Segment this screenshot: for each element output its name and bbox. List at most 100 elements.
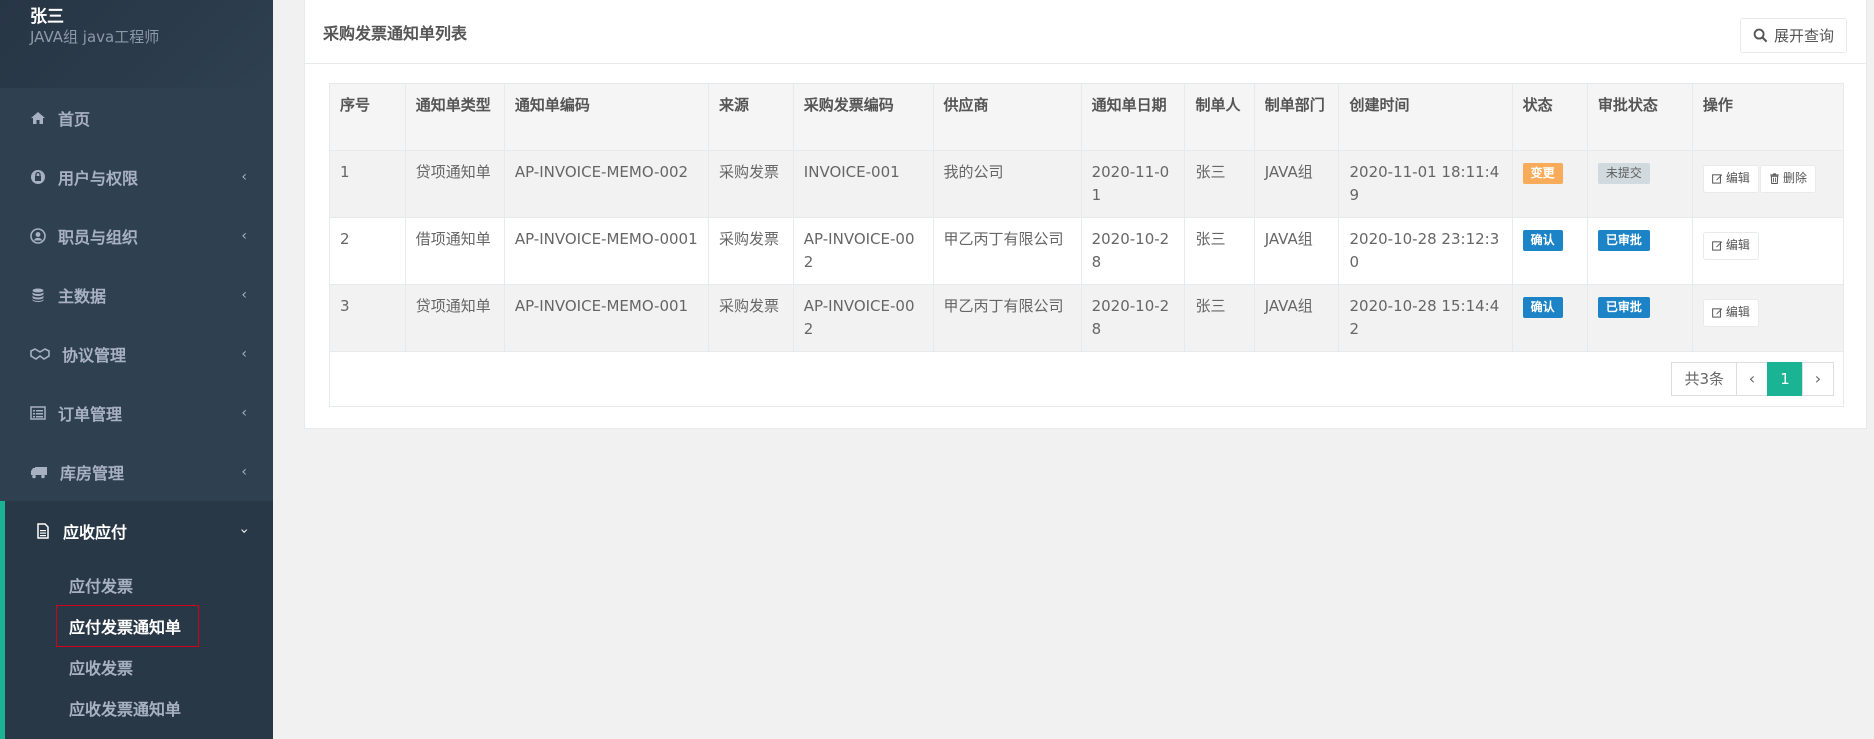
sidebar-subitem-receivable-invoice[interactable]: 应收发票 — [5, 646, 273, 687]
chevron-left-icon: ‹ — [241, 227, 247, 244]
user-role: JAVA组 java工程师 — [30, 28, 160, 46]
pagination-prev-button[interactable]: ‹ — [1736, 361, 1768, 396]
cell-date: 2020-10-28 — [1081, 284, 1186, 352]
sidebar: 张三 JAVA组 java工程师 首页 用户与权限 ‹ 职员与组织 ‹ 主数据 … — [0, 0, 273, 739]
cell-code: AP-INVOICE-MEMO-001 — [504, 284, 710, 352]
cell-actions: 编辑 删除 — [1692, 150, 1843, 218]
sidebar-subitem-label: 应付发票 — [69, 576, 134, 596]
cell-created: 2020-10-28 15:14:42 — [1338, 284, 1513, 352]
column-header-approval[interactable]: 审批状态 — [1587, 84, 1693, 151]
column-header-date[interactable]: 通知单日期 — [1081, 84, 1186, 151]
edit-button[interactable]: 编辑 — [1702, 231, 1759, 260]
sidebar-subnav: 应付发票 应付发票通知单 应收发票 应收发票通知单 — [0, 560, 273, 739]
trash-icon — [1770, 173, 1779, 184]
cell-source: 采购发票 — [708, 217, 794, 285]
cell-approval: 已审批 — [1587, 217, 1693, 285]
sidebar-subitem-label: 应付发票通知单 — [69, 617, 182, 637]
chevron-left-icon: ‹ — [241, 286, 247, 303]
cell-created: 2020-11-01 18:11:49 — [1338, 150, 1513, 218]
sidebar-item-orders[interactable]: 订单管理 ‹ — [0, 383, 273, 442]
expand-search-label: 展开查询 — [1773, 28, 1834, 45]
column-header-supplier[interactable]: 供应商 — [933, 84, 1082, 151]
column-header-maker[interactable]: 制单人 — [1184, 84, 1255, 151]
sidebar-item-label: 协议管理 — [62, 345, 127, 365]
sidebar-item-warehouse[interactable]: 库房管理 ‹ — [0, 442, 273, 501]
edit-button[interactable]: 编辑 — [1702, 298, 1759, 327]
sidebar-item-label: 订单管理 — [58, 404, 123, 424]
column-header-source[interactable]: 来源 — [708, 84, 794, 151]
user-profile[interactable]: 张三 JAVA组 java工程师 — [0, 0, 273, 88]
sidebar-item-home[interactable]: 首页 — [0, 88, 273, 147]
cell-dept: JAVA组 — [1254, 150, 1340, 218]
cell-supplier: 甲乙丙丁有限公司 — [933, 284, 1082, 352]
column-header-seq[interactable]: 序号 — [330, 84, 406, 151]
delete-button[interactable]: 删除 — [1759, 164, 1816, 193]
cell-date: 2020-10-28 — [1081, 217, 1186, 285]
sidebar-item-agreements[interactable]: 协议管理 ‹ — [0, 324, 273, 383]
table-row[interactable]: 1 贷项通知单 AP-INVOICE-MEMO-002 采购发票 INVOICE… — [330, 150, 1843, 218]
sidebar-subitem-payable-invoice-notice[interactable]: 应付发票通知单 — [5, 605, 273, 647]
cell-actions: 编辑 — [1692, 217, 1843, 285]
status-badge: 确认 — [1522, 229, 1563, 251]
file-icon — [37, 522, 49, 539]
chevron-left-icon: ‹ — [241, 404, 247, 421]
pagination-next-button[interactable]: › — [1802, 361, 1834, 396]
sidebar-subitem-receivable-invoice-notice[interactable]: 应收发票通知单 — [5, 687, 273, 728]
user-name: 张三 — [30, 7, 64, 27]
edit-button-label: 编辑 — [1725, 238, 1750, 252]
expand-search-button[interactable]: 展开查询 — [1739, 18, 1847, 53]
chevron-left-icon: ‹ — [241, 345, 247, 362]
lock-icon — [31, 169, 45, 184]
cell-maker: 张三 — [1184, 150, 1255, 218]
sidebar-item-label: 应收应付 — [63, 522, 128, 542]
column-header-type[interactable]: 通知单类型 — [405, 84, 505, 151]
table-header-row: 序号 通知单类型 通知单编码 来源 采购发票编码 供应商 通知单日期 制单人 制… — [330, 84, 1843, 151]
cell-maker: 张三 — [1184, 217, 1255, 285]
cell-invoice-code: INVOICE-001 — [793, 150, 934, 218]
chevron-down-icon: › — [236, 527, 253, 534]
sidebar-item-user-permissions[interactable]: 用户与权限 ‹ — [0, 147, 273, 206]
approval-badge: 已审批 — [1597, 296, 1650, 318]
cell-approval: 未提交 — [1587, 150, 1693, 218]
cell-source: 采购发票 — [708, 150, 794, 218]
home-icon — [31, 111, 45, 124]
main-content: 采购发票通知单列表 展开查询 序号 通知单类型 通知单编码 来源 采购发票编码 … — [273, 0, 1874, 739]
sidebar-subitem-payable-invoice[interactable]: 应付发票 — [5, 564, 273, 605]
table-row[interactable]: 3 贷项通知单 AP-INVOICE-MEMO-001 采购发票 AP-INVO… — [330, 284, 1843, 352]
cell-date: 2020-11-01 — [1081, 150, 1186, 218]
sidebar-item-receivable-payable[interactable]: 应收应付 › — [0, 501, 273, 560]
status-badge: 变更 — [1522, 162, 1563, 184]
cell-code: AP-INVOICE-MEMO-0001 — [504, 217, 710, 285]
cell-type: 借项通知单 — [405, 217, 505, 285]
sidebar-item-staff-org[interactable]: 职员与组织 ‹ — [0, 206, 273, 265]
sidebar-subitem-label: 应收发票通知单 — [69, 699, 182, 719]
cell-dept: JAVA组 — [1254, 284, 1340, 352]
edit-button[interactable]: 编辑 — [1702, 164, 1759, 193]
sidebar-item-label: 库房管理 — [60, 463, 125, 483]
column-header-status[interactable]: 状态 — [1512, 84, 1588, 151]
edit-button-label: 编辑 — [1725, 305, 1750, 319]
cell-supplier: 甲乙丙丁有限公司 — [933, 217, 1082, 285]
column-header-invoice-code[interactable]: 采购发票编码 — [793, 84, 934, 151]
column-header-dept[interactable]: 制单部门 — [1254, 84, 1340, 151]
list-alt-icon — [30, 405, 46, 420]
cell-source: 采购发票 — [708, 284, 794, 352]
cell-maker: 张三 — [1184, 284, 1255, 352]
edit-icon — [1712, 174, 1723, 184]
cell-seq: 1 — [330, 150, 406, 218]
sidebar-item-label: 主数据 — [58, 286, 107, 306]
column-header-created[interactable]: 创建时间 — [1338, 84, 1513, 151]
cell-seq: 3 — [330, 284, 406, 352]
pagination-page-button[interactable]: 1 — [1767, 361, 1803, 396]
panel-title: 采购发票通知单列表 — [323, 23, 468, 43]
user-circle-icon — [30, 227, 46, 244]
invoice-notice-panel: 采购发票通知单列表 展开查询 序号 通知单类型 通知单编码 来源 采购发票编码 … — [304, 0, 1867, 429]
cell-status: 确认 — [1512, 217, 1588, 285]
approval-badge: 已审批 — [1597, 229, 1650, 251]
sidebar-item-master-data[interactable]: 主数据 ‹ — [0, 265, 273, 324]
cell-seq: 2 — [330, 217, 406, 285]
column-header-code[interactable]: 通知单编码 — [504, 84, 710, 151]
search-icon — [1753, 28, 1768, 43]
edit-icon — [1712, 308, 1723, 318]
table-row[interactable]: 2 借项通知单 AP-INVOICE-MEMO-0001 采购发票 AP-INV… — [330, 217, 1843, 285]
